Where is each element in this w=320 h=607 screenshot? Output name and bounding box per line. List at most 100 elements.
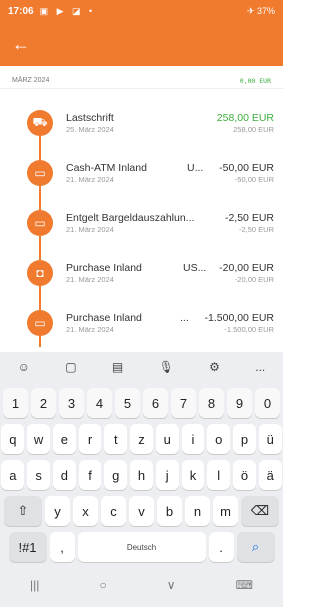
transaction-sub-amount: -1.500,00 EUR <box>224 325 274 334</box>
recents-icon[interactable]: ||| <box>30 578 39 592</box>
key[interactable]: 0 <box>255 388 280 418</box>
key[interactable]: 2 <box>31 388 56 418</box>
key[interactable]: a <box>1 460 25 490</box>
key[interactable]: 8 <box>199 388 224 418</box>
transaction-row[interactable]: ◘ Purchase Inland US... 21. März 2024 -2… <box>0 245 283 295</box>
system-nav-bar: ||| ○ ∨ ⌨ <box>0 562 283 607</box>
transaction-row[interactable]: ⛟ Lastschrift 25. März 2024 258,00 EUR 2… <box>0 95 283 145</box>
key[interactable]: 7 <box>171 388 196 418</box>
key[interactable]: u <box>155 424 179 454</box>
transaction-sub-amount: -2,50 EUR <box>238 225 274 234</box>
key[interactable]: d <box>52 460 76 490</box>
month-total: 0,00 EUR <box>239 76 271 85</box>
more-icon[interactable]: ... <box>255 360 265 374</box>
status-bar: 17:06 ▣ ▶ ◪ • ✈ 37% <box>0 0 283 22</box>
symbols-key[interactable]: !#1 <box>8 532 47 562</box>
transaction-name: Lastschrift <box>66 112 114 124</box>
transaction-amount: 258,00 EUR <box>216 112 274 124</box>
key[interactable]: s <box>27 460 50 490</box>
transaction-row[interactable]: ▭ Cash-ATM Inland U... 21. März 2024 -50… <box>0 145 283 195</box>
transaction-sub-amount: -50,00 EUR <box>234 175 274 184</box>
transaction-date: 21. März 2024 <box>66 225 114 234</box>
search-key[interactable]: ⌕ <box>236 532 275 562</box>
text-icon[interactable]: ▤ <box>112 360 123 374</box>
key[interactable]: 6 <box>143 388 168 418</box>
shift-key[interactable]: ⇧ <box>4 496 42 526</box>
key[interactable]: n <box>185 496 210 526</box>
key[interactable]: w <box>27 424 50 454</box>
letter-row-3: ⇧ y x c v b n m ⌫ <box>0 496 283 526</box>
space-key[interactable]: Deutsch <box>77 532 206 562</box>
transaction-date: 21. März 2024 <box>66 325 114 334</box>
keyboard-toolbar: ☺ ▢ ▤ 🎙 ⚙ ... <box>0 352 283 382</box>
key[interactable]: o <box>207 424 231 454</box>
transaction-extra: ... <box>180 312 189 324</box>
bottom-row: !#1 , Deutsch . ⌕ <box>0 532 283 562</box>
key[interactable]: v <box>129 496 154 526</box>
key[interactable]: i <box>181 424 205 454</box>
key[interactable]: p <box>233 424 256 454</box>
key[interactable]: b <box>157 496 182 526</box>
key[interactable]: m <box>213 496 238 526</box>
key[interactable]: t <box>104 424 128 454</box>
key[interactable]: g <box>104 460 128 490</box>
month-header: MÄRZ 2024 0,00 EUR <box>0 73 283 89</box>
key[interactable]: 9 <box>227 388 252 418</box>
key[interactable]: f <box>78 460 102 490</box>
transaction-amount: -1.500,00 EUR <box>204 312 274 324</box>
key[interactable]: e <box>52 424 76 454</box>
key[interactable]: 3 <box>59 388 84 418</box>
period-key[interactable]: . <box>208 532 234 562</box>
card-icon: ▭ <box>27 160 53 186</box>
key[interactable]: q <box>1 424 25 454</box>
transaction-sub-amount: 258,00 EUR <box>233 125 274 134</box>
comma-key[interactable]: , <box>49 532 75 562</box>
key[interactable]: 1 <box>3 388 28 418</box>
backspace-key[interactable]: ⌫ <box>241 496 279 526</box>
notification-icons: ▣ ▶ ◪ • <box>39 5 96 16</box>
key[interactable]: j <box>155 460 179 490</box>
transaction-extra: U... <box>187 162 204 174</box>
emoji-icon[interactable]: ☺ <box>18 360 30 374</box>
home-icon[interactable]: ○ <box>99 578 106 592</box>
transaction-date: 21. März 2024 <box>66 175 114 184</box>
transaction-row[interactable]: ▭ Purchase Inland ... 21. März 2024 -1.5… <box>0 295 283 345</box>
key[interactable]: l <box>207 460 231 490</box>
app-bar: ← <box>0 22 283 66</box>
key[interactable]: y <box>45 496 70 526</box>
clipboard-icon[interactable]: ▢ <box>65 360 76 374</box>
keyboard-icon[interactable]: ⌨ <box>236 578 253 592</box>
back-arrow-icon[interactable]: ← <box>12 35 30 53</box>
status-right: ✈ 37% <box>246 5 275 16</box>
transaction-row[interactable]: ▭ Entgelt Bargeldauszahlun... 21. März 2… <box>0 195 283 245</box>
transaction-date: 25. März 2024 <box>66 125 114 134</box>
transaction-name: Purchase Inland <box>66 312 142 324</box>
transaction-name: Cash-ATM Inland <box>66 162 147 174</box>
transaction-amount: -2,50 EUR <box>224 212 274 224</box>
key[interactable]: ä <box>258 460 282 490</box>
microphone-icon[interactable]: 🎙 <box>159 360 174 374</box>
number-row: 1 2 3 4 5 6 7 8 9 0 <box>0 388 283 418</box>
card-icon: ▭ <box>27 310 53 336</box>
cart-icon: ⛟ <box>27 110 53 136</box>
key[interactable]: 4 <box>87 388 112 418</box>
key[interactable]: c <box>101 496 126 526</box>
card-icon: ▭ <box>27 210 53 236</box>
settings-icon[interactable]: ⚙ <box>209 360 220 374</box>
key[interactable]: h <box>130 460 153 490</box>
shopping-bag-icon: ◘ <box>27 260 53 286</box>
key[interactable]: 5 <box>115 388 140 418</box>
transaction-date: 21. März 2024 <box>66 275 114 284</box>
transaction-list: ⛟ Lastschrift 25. März 2024 258,00 EUR 2… <box>0 95 283 347</box>
back-icon[interactable]: ∨ <box>167 578 176 592</box>
key[interactable]: k <box>181 460 205 490</box>
letter-row-1: q w e r t z u i o p ü <box>0 424 283 454</box>
key[interactable]: z <box>130 424 153 454</box>
key[interactable]: ü <box>258 424 282 454</box>
transaction-name: Entgelt Bargeldauszahlun... <box>66 212 195 224</box>
key[interactable]: ö <box>233 460 256 490</box>
key[interactable]: r <box>78 424 102 454</box>
transaction-name: Purchase Inland <box>66 262 142 274</box>
month-label: MÄRZ 2024 <box>12 77 50 84</box>
key[interactable]: x <box>73 496 98 526</box>
